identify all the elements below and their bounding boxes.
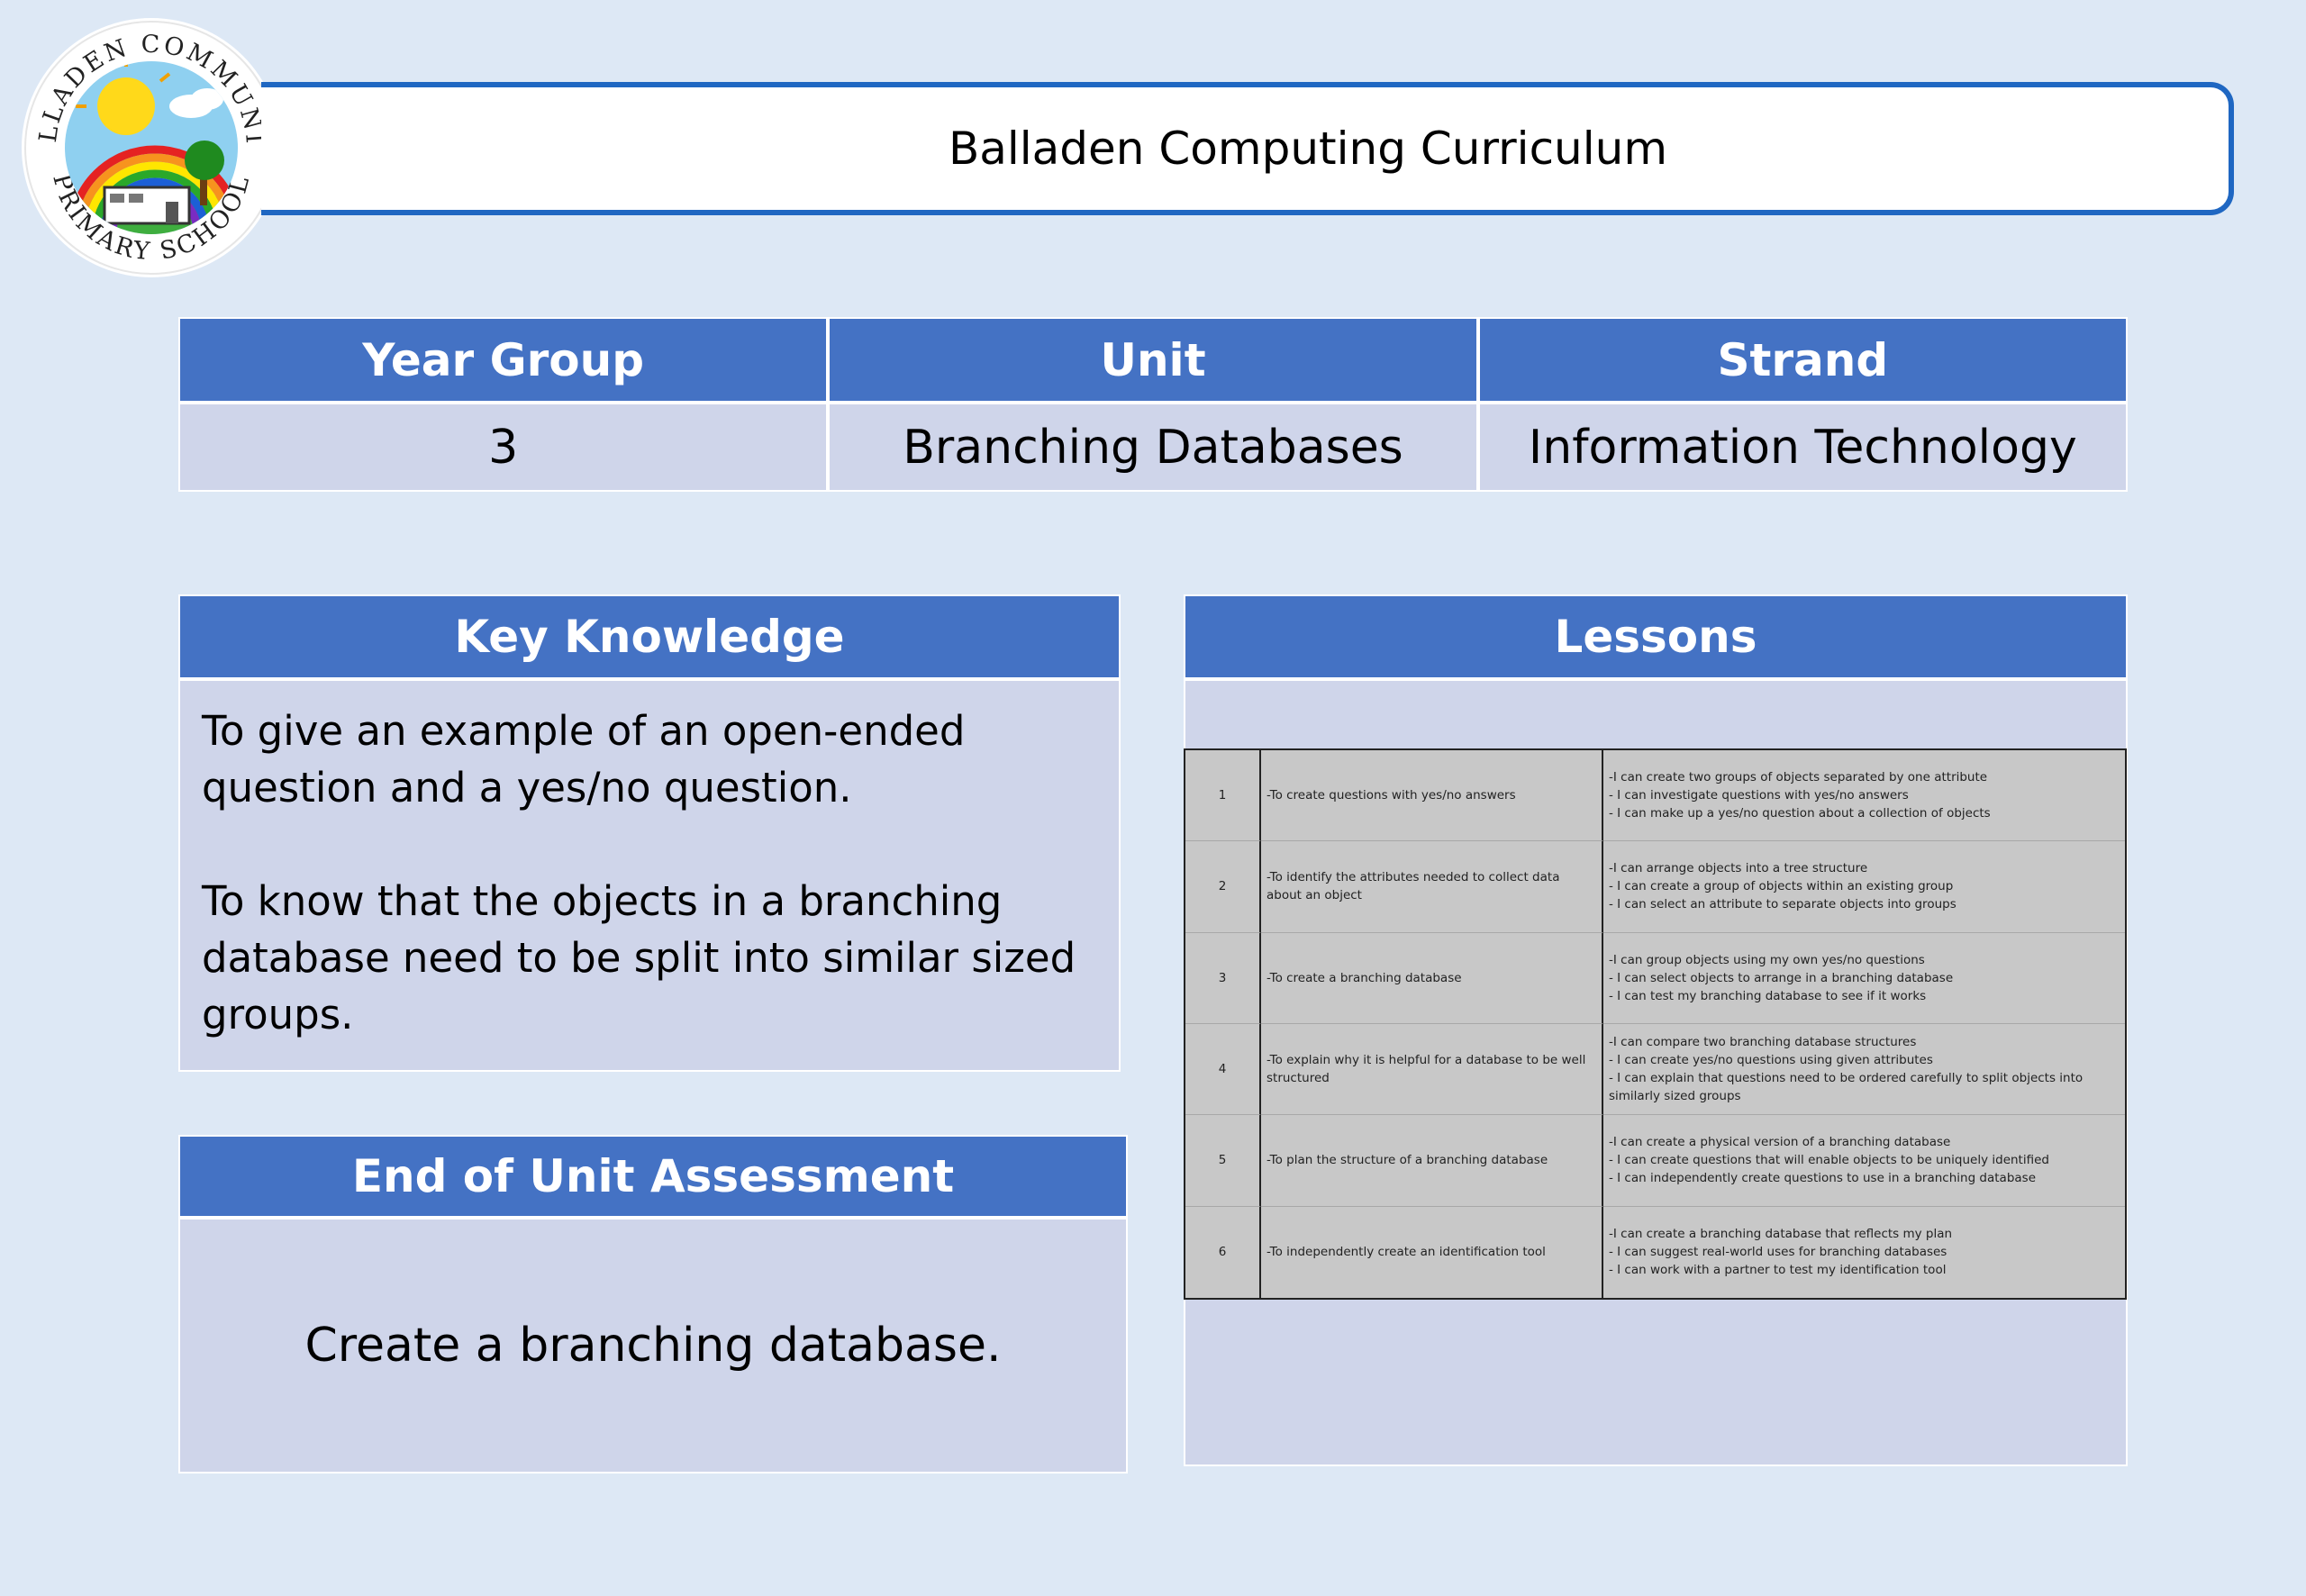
lesson-outcome: - I can create questions that will enabl…	[1609, 1153, 2049, 1168]
lesson-outcome: - I can explain that questions need to b…	[1609, 1071, 2084, 1104]
lesson-outcome: - I can test my branching database to se…	[1609, 988, 1927, 1003]
key-knowledge-body: To give an example of an open-ended ques…	[178, 679, 1121, 1072]
lessons-table: 1 -To create questions with yes/no answer…	[1184, 748, 2127, 1300]
key-knowledge-heading: Key Knowledge	[178, 594, 1121, 679]
lesson-outcome: -I can group objects using my own yes/no…	[1609, 952, 1925, 967]
lesson-outcomes: -I can arrange objects into a tree struc…	[1603, 841, 2125, 933]
lesson-outcomes: -I can create a physical version of a br…	[1603, 1115, 2125, 1207]
school-logo: BALLADEN COMMUNITY PRIMARY SCHOOL	[9, 0, 283, 279]
title-banner: Balladen Computing Curriculum	[261, 82, 2234, 215]
lesson-outcome: -I can create a physical version of a br…	[1609, 1135, 1951, 1150]
assessment-text: Create a branching database.	[304, 1319, 1002, 1373]
lesson-outcomes: -I can create two groups of objects sepa…	[1603, 750, 2125, 842]
lesson-objective: -To independently create an identificati…	[1261, 1206, 1603, 1298]
lesson-number: 2	[1185, 841, 1261, 933]
lesson-outcomes: -I can create a branching database that …	[1603, 1207, 2125, 1298]
lessons-heading: Lessons	[1184, 594, 2128, 679]
lesson-number: 5	[1185, 1115, 1261, 1207]
lesson-number: 1	[1185, 750, 1261, 842]
strand-value: Information Technology	[1477, 403, 2128, 492]
lesson-outcome: - I can investigate questions with yes/n…	[1609, 788, 1909, 803]
lesson-number: 4	[1185, 1024, 1261, 1116]
strand-header: Strand	[1477, 317, 2128, 403]
lesson-outcome: -I can create two groups of objects sepa…	[1609, 770, 1988, 785]
year-group-value: 3	[178, 403, 829, 492]
key-knowledge-paragraph: To know that the objects in a branching …	[202, 877, 1076, 1038]
lesson-outcome: -I can create a branching database that …	[1609, 1227, 1953, 1242]
lesson-objective: -To create a branching database	[1261, 932, 1603, 1024]
lesson-objective: -To explain why it is helpful for a data…	[1261, 1024, 1603, 1116]
lesson-outcome: - I can select an attribute to separate …	[1609, 897, 1956, 912]
lesson-outcome: -I can compare two branching database st…	[1609, 1035, 1917, 1050]
lesson-outcome: -I can arrange objects into a tree struc…	[1609, 861, 1868, 876]
lesson-outcome: - I can make up a yes/no question about …	[1609, 806, 1991, 821]
lesson-outcome: - I can work with a partner to test my i…	[1609, 1263, 1947, 1278]
lesson-outcome: - I can create yes/no questions using gi…	[1609, 1053, 1933, 1068]
year-group-header: Year Group	[178, 317, 829, 403]
lesson-objective: -To identify the attributes needed to co…	[1261, 841, 1603, 933]
lesson-objective: -To plan the structure of a branching da…	[1261, 1115, 1603, 1207]
lesson-outcomes: -I can group objects using my own yes/no…	[1603, 933, 2125, 1024]
unit-header: Unit	[828, 317, 1478, 403]
lesson-outcome: - I can suggest real-world uses for bran…	[1609, 1245, 1947, 1260]
unit-value: Branching Databases	[828, 403, 1478, 492]
assessment-heading: End of Unit Assessment	[178, 1135, 1128, 1218]
lesson-outcome: - I can independently create questions t…	[1609, 1171, 2037, 1186]
assessment-body: Create a branching database.	[178, 1218, 1128, 1474]
lesson-outcome: - I can create a group of objects within…	[1609, 879, 1954, 894]
lesson-outcomes: -I can compare two branching database st…	[1603, 1024, 2125, 1116]
unit-info-table: Year Group Unit Strand 3 Branching Datab…	[178, 317, 2128, 492]
page-title: Balladen Computing Curriculum	[948, 122, 1668, 175]
lesson-objective: -To create questions with yes/no answers	[1261, 750, 1603, 842]
lesson-number: 3	[1185, 932, 1261, 1024]
lesson-number: 6	[1185, 1206, 1261, 1298]
key-knowledge-paragraph: To give an example of an open-ended ques…	[202, 707, 966, 812]
lesson-outcome: - I can select objects to arrange in a b…	[1609, 970, 1954, 985]
